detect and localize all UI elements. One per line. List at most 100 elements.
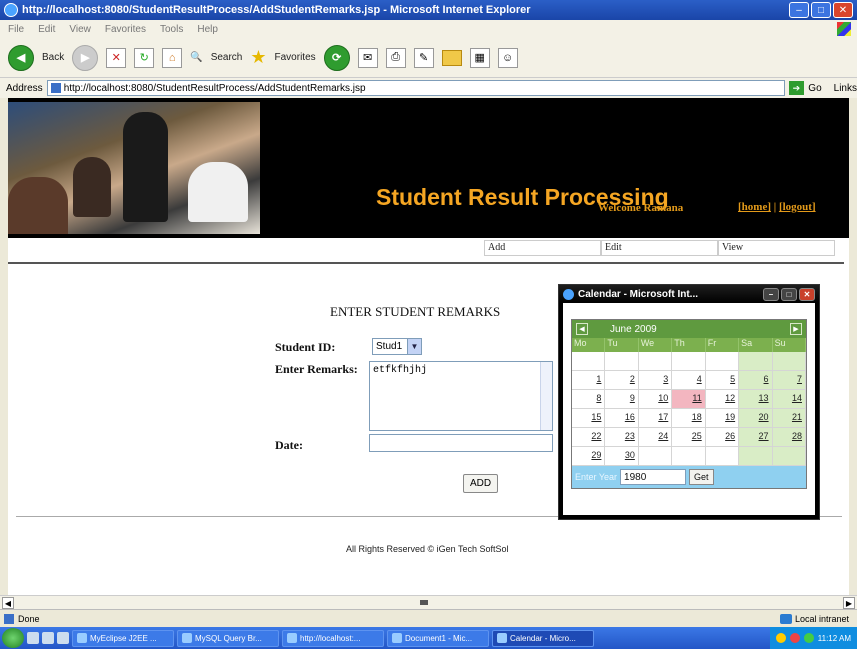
welcome-text: Welcome Ramana <box>598 202 684 214</box>
calendar-day[interactable]: 12 <box>705 390 740 409</box>
search-icon[interactable]: 🔍 <box>190 52 202 63</box>
calendar-day[interactable]: 11 <box>672 390 706 409</box>
messenger-icon[interactable]: ☺ <box>497 47 518 68</box>
next-month-icon[interactable]: ▶ <box>790 323 802 335</box>
window-controls: – □ ✕ <box>789 2 857 18</box>
tray-icon[interactable] <box>775 633 786 643</box>
favorites-icon[interactable]: ★ <box>250 47 266 68</box>
taskbar-item[interactable]: Document1 - Mic... <box>387 629 489 647</box>
taskbar-item[interactable]: MySQL Query Br... <box>177 629 279 647</box>
go-button[interactable]: Go <box>808 83 821 94</box>
maximize-icon[interactable]: □ <box>781 287 797 301</box>
scroll-right-icon[interactable]: ▶ <box>843 597 855 609</box>
calendar-day[interactable]: 5 <box>705 371 740 390</box>
calendar-day[interactable]: 29 <box>572 447 606 466</box>
back-button[interactable]: Back <box>42 52 64 63</box>
scroll-left-icon[interactable]: ◀ <box>2 597 14 609</box>
edit-icon[interactable]: ✎ <box>413 47 434 68</box>
search-button[interactable]: Search <box>211 52 243 63</box>
calendar-day[interactable]: 24 <box>638 428 673 447</box>
prev-month-icon[interactable]: ◀ <box>576 323 588 335</box>
calendar-day[interactable]: 16 <box>605 409 639 428</box>
menu-help[interactable]: Help <box>197 24 218 35</box>
add-button[interactable]: ADD <box>463 474 498 493</box>
address-input[interactable]: http://localhost:8080/StudentResultProce… <box>46 80 785 96</box>
nav-edit[interactable]: Edit <box>601 240 718 256</box>
remarks-textarea[interactable]: etfkfhjhj <box>369 361 553 431</box>
menu-tools[interactable]: Tools <box>160 24 183 35</box>
start-button[interactable] <box>2 628 24 648</box>
year-input[interactable]: 1980 <box>620 469 687 485</box>
calendar-empty-cell <box>605 352 639 371</box>
nav-view[interactable]: View <box>718 240 835 256</box>
discuss-icon[interactable]: ▦ <box>469 47 490 68</box>
calendar-day[interactable]: 14 <box>772 390 806 409</box>
calendar-window[interactable]: Calendar - Microsoft Int... – □ ✕ ◀ June… <box>558 284 820 520</box>
horizontal-scrollbar[interactable]: ◀ ▶ <box>0 595 857 609</box>
calendar-day[interactable]: 4 <box>672 371 706 390</box>
calendar-day[interactable]: 13 <box>739 390 773 409</box>
quicklaunch-icon[interactable] <box>42 632 54 644</box>
menu-favorites[interactable]: Favorites <box>105 24 146 35</box>
tray-icon[interactable] <box>789 633 800 643</box>
tray-icon[interactable] <box>803 633 814 643</box>
calendar-day[interactable]: 15 <box>572 409 606 428</box>
get-button[interactable]: Get <box>689 469 714 485</box>
stop-icon[interactable]: ✕ <box>106 47 127 68</box>
calendar-day[interactable]: 22 <box>572 428 606 447</box>
nav-add[interactable]: Add <box>484 240 601 256</box>
calendar-day[interactable]: 26 <box>705 428 740 447</box>
chevron-down-icon[interactable]: ▼ <box>407 339 421 354</box>
calendar-day[interactable]: 18 <box>672 409 706 428</box>
calendar-day[interactable]: 23 <box>605 428 639 447</box>
calendar-day[interactable]: 6 <box>739 371 773 390</box>
minimize-icon[interactable]: – <box>789 2 809 18</box>
home-icon[interactable]: ⌂ <box>162 47 183 68</box>
home-link[interactable]: [home] <box>738 201 771 213</box>
go-icon[interactable]: ➔ <box>788 81 805 95</box>
calendar-day[interactable]: 20 <box>739 409 773 428</box>
calendar-day[interactable]: 9 <box>605 390 639 409</box>
page-done-icon <box>4 613 14 624</box>
minimize-icon[interactable]: – <box>763 287 779 301</box>
forward-icon[interactable]: ▶ <box>72 44 99 71</box>
calendar-day[interactable]: 28 <box>772 428 806 447</box>
calendar-day[interactable]: 27 <box>739 428 773 447</box>
calendar-titlebar[interactable]: Calendar - Microsoft Int... – □ ✕ <box>559 285 819 303</box>
maximize-icon[interactable]: □ <box>811 2 831 18</box>
taskbar-item[interactable]: Calendar - Micro... <box>492 629 594 647</box>
close-icon[interactable]: ✕ <box>799 287 815 301</box>
calendar-day[interactable]: 19 <box>705 409 740 428</box>
date-input[interactable] <box>369 434 553 452</box>
calendar-day[interactable]: 10 <box>638 390 673 409</box>
menu-edit[interactable]: Edit <box>38 24 55 35</box>
calendar-day[interactable]: 7 <box>772 371 806 390</box>
calendar-day[interactable]: 17 <box>638 409 673 428</box>
student-id-select[interactable]: Stud1 ▼ <box>372 338 422 355</box>
print-icon[interactable]: ⎙ <box>385 47 406 68</box>
menu-file[interactable]: File <box>8 24 24 35</box>
quicklaunch-icon[interactable] <box>57 632 69 644</box>
links-button[interactable]: Links <box>834 83 857 94</box>
textarea-scrollbar[interactable] <box>540 362 552 430</box>
mail-icon[interactable]: ✉ <box>357 47 378 68</box>
menu-view[interactable]: View <box>69 24 91 35</box>
close-icon[interactable]: ✕ <box>833 2 853 18</box>
back-icon[interactable]: ◀ <box>8 44 34 71</box>
scroll-thumb[interactable] <box>420 600 428 605</box>
calendar-day[interactable]: 3 <box>638 371 673 390</box>
quicklaunch-icon[interactable] <box>27 632 39 644</box>
calendar-day[interactable]: 30 <box>605 447 639 466</box>
calendar-day[interactable]: 1 <box>572 371 606 390</box>
calendar-day[interactable]: 8 <box>572 390 606 409</box>
logout-link[interactable]: [logout] <box>779 201 816 213</box>
taskbar-item[interactable]: http://localhost:... <box>282 629 384 647</box>
favorites-button[interactable]: Favorites <box>275 52 316 63</box>
folder-icon[interactable] <box>441 49 462 66</box>
taskbar-item[interactable]: MyEclipse J2EE ... <box>72 629 174 647</box>
calendar-day[interactable]: 2 <box>605 371 639 390</box>
history-icon[interactable]: ⟳ <box>323 44 350 71</box>
calendar-day[interactable]: 21 <box>772 409 806 428</box>
calendar-day[interactable]: 25 <box>672 428 706 447</box>
refresh-icon[interactable]: ↻ <box>134 47 155 68</box>
